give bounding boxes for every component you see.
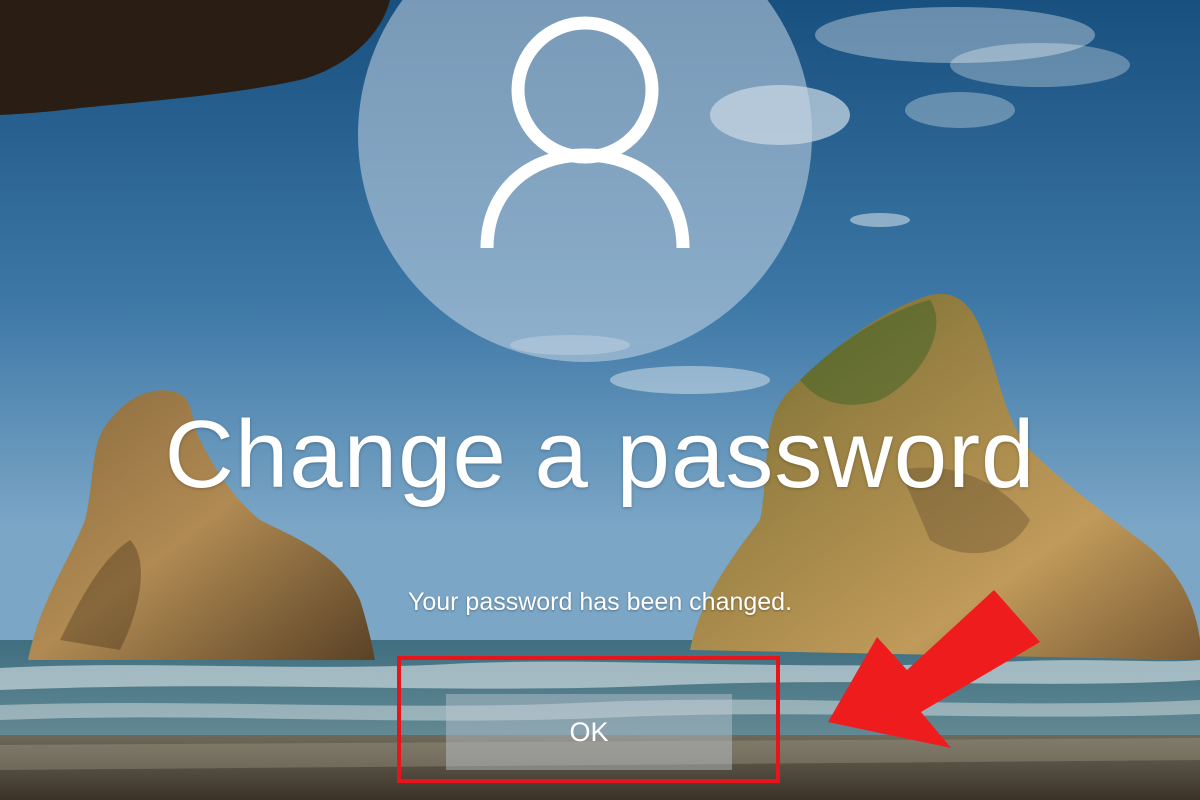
status-message: Your password has been changed. [407,588,793,616]
user-silhouette-icon [480,16,690,249]
ok-button[interactable]: OK [446,694,732,770]
page-title: Change a password [164,401,1036,508]
